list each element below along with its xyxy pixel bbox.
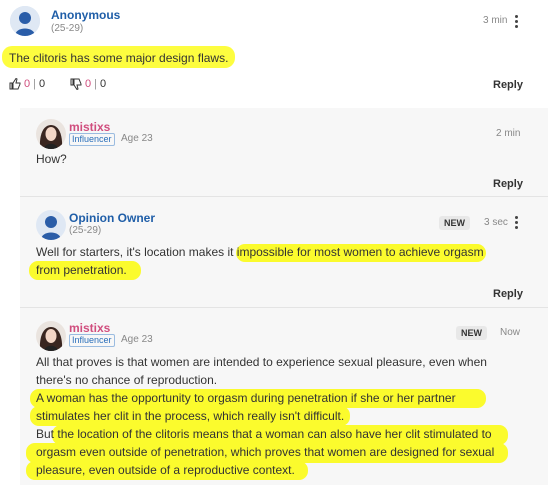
avatar-photo bbox=[36, 119, 66, 149]
reply-text-line: A woman has the opportunity to orgasm du… bbox=[36, 391, 456, 405]
author-age: (25-29) bbox=[69, 225, 102, 236]
reply-button[interactable]: Reply bbox=[493, 178, 523, 190]
more-vertical-icon[interactable] bbox=[515, 215, 519, 231]
reply-text-part: But bbox=[36, 427, 58, 441]
thumbs-up-icon bbox=[9, 78, 21, 90]
post-time: 3 sec bbox=[484, 217, 508, 228]
reply-text-line: stimulates her clit in the process, whic… bbox=[36, 409, 345, 423]
reply-button[interactable]: Reply bbox=[493, 288, 523, 300]
reply-text-line: All that proves is that women are intend… bbox=[36, 355, 487, 369]
reply-text-line: pleasure, even outside of a reproductive… bbox=[36, 463, 295, 477]
reply-text: How? bbox=[36, 152, 67, 166]
author-name[interactable]: mistixs bbox=[69, 120, 110, 134]
dislike-button[interactable]: 0 | 0 bbox=[70, 78, 106, 90]
avatar[interactable] bbox=[36, 321, 66, 351]
reply-text-part: from penetration. bbox=[36, 263, 127, 277]
like-separator: | bbox=[33, 78, 36, 90]
avatar-photo bbox=[36, 321, 66, 351]
author-age: Age 23 bbox=[121, 133, 153, 144]
like-count: 0 bbox=[24, 78, 31, 90]
reply-text-part: impossible for most women to achieve org… bbox=[236, 245, 484, 259]
author-name[interactable]: Anonymous bbox=[51, 8, 120, 22]
reply-text: Well for starters, it's location makes i… bbox=[36, 243, 526, 279]
like-count-secondary: 0 bbox=[38, 78, 46, 90]
influencer-badge: Influencer bbox=[69, 133, 115, 146]
author-name[interactable]: mistixs bbox=[69, 321, 110, 335]
like-button[interactable]: 0 | 0 bbox=[9, 78, 45, 90]
reply-text-line: orgasm even outside of penetration, whic… bbox=[36, 445, 495, 459]
avatar[interactable] bbox=[36, 210, 66, 240]
post-time: Now bbox=[500, 327, 521, 338]
more-vertical-icon[interactable] bbox=[515, 14, 519, 30]
reply-text-line: there's no chance of reproduction. bbox=[36, 373, 218, 387]
author-name[interactable]: Opinion Owner bbox=[69, 211, 155, 225]
reply-text-line: But the location of the clitoris means t… bbox=[36, 425, 536, 443]
post-time: 2 min bbox=[496, 128, 521, 139]
new-badge: NEW bbox=[456, 326, 487, 340]
dislike-count-secondary: 0 bbox=[99, 78, 107, 90]
post-text: The clitoris has some major design flaws… bbox=[9, 51, 229, 65]
post-time: 3 min bbox=[483, 15, 508, 26]
user-silhouette-icon bbox=[10, 6, 40, 36]
author-age: Age 23 bbox=[121, 334, 153, 345]
user-silhouette-icon bbox=[36, 210, 66, 240]
thumbs-down-icon bbox=[70, 78, 82, 90]
dislike-separator: | bbox=[94, 78, 97, 90]
new-badge: NEW bbox=[439, 216, 470, 230]
reply-text-part: the location of the clitoris means that … bbox=[57, 427, 492, 441]
avatar[interactable] bbox=[36, 119, 66, 149]
reply-text-part: Well for starters, it's location makes i… bbox=[36, 245, 237, 259]
reply-button[interactable]: Reply bbox=[493, 79, 523, 91]
influencer-badge: Influencer bbox=[69, 334, 115, 347]
author-age: (25-29) bbox=[51, 23, 84, 34]
reply-text: All that proves is that women are intend… bbox=[36, 353, 536, 479]
avatar[interactable] bbox=[10, 6, 40, 36]
dislike-count: 0 bbox=[85, 78, 92, 90]
